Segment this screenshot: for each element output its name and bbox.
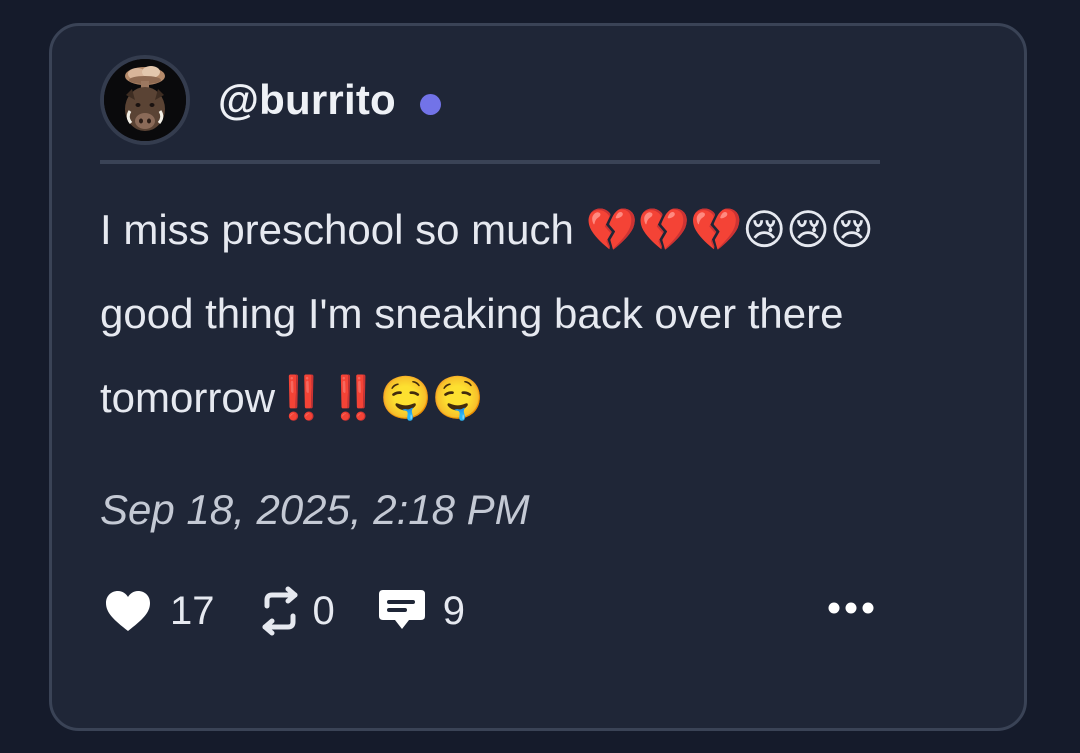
like-button[interactable]: 17 <box>104 589 215 634</box>
header-divider <box>100 160 880 164</box>
reply-count: 9 <box>442 588 465 633</box>
post-timestamp[interactable]: Sep 18, 2025, 2:18 PM <box>100 486 530 534</box>
post-actions: 17 0 9 <box>104 585 465 637</box>
reply-button[interactable]: 9 <box>377 587 465 635</box>
repost-count: 0 <box>312 588 335 633</box>
post-header: @burrito <box>100 52 441 148</box>
more-dots-icon <box>828 602 874 614</box>
more-options-button[interactable] <box>823 588 879 628</box>
username[interactable]: @burrito <box>218 76 396 124</box>
like-count: 17 <box>170 588 215 633</box>
repost-button[interactable]: 0 <box>253 586 335 636</box>
boar-avatar-icon <box>104 59 186 141</box>
post-body-text: I miss preschool so much 💔💔💔😢😢😢 good thi… <box>100 206 874 421</box>
repost-arrows-icon <box>262 586 297 636</box>
online-status-dot <box>419 93 441 115</box>
avatar[interactable] <box>100 55 190 145</box>
heart-icon <box>106 591 150 631</box>
comment-bubble-icon <box>378 590 425 629</box>
